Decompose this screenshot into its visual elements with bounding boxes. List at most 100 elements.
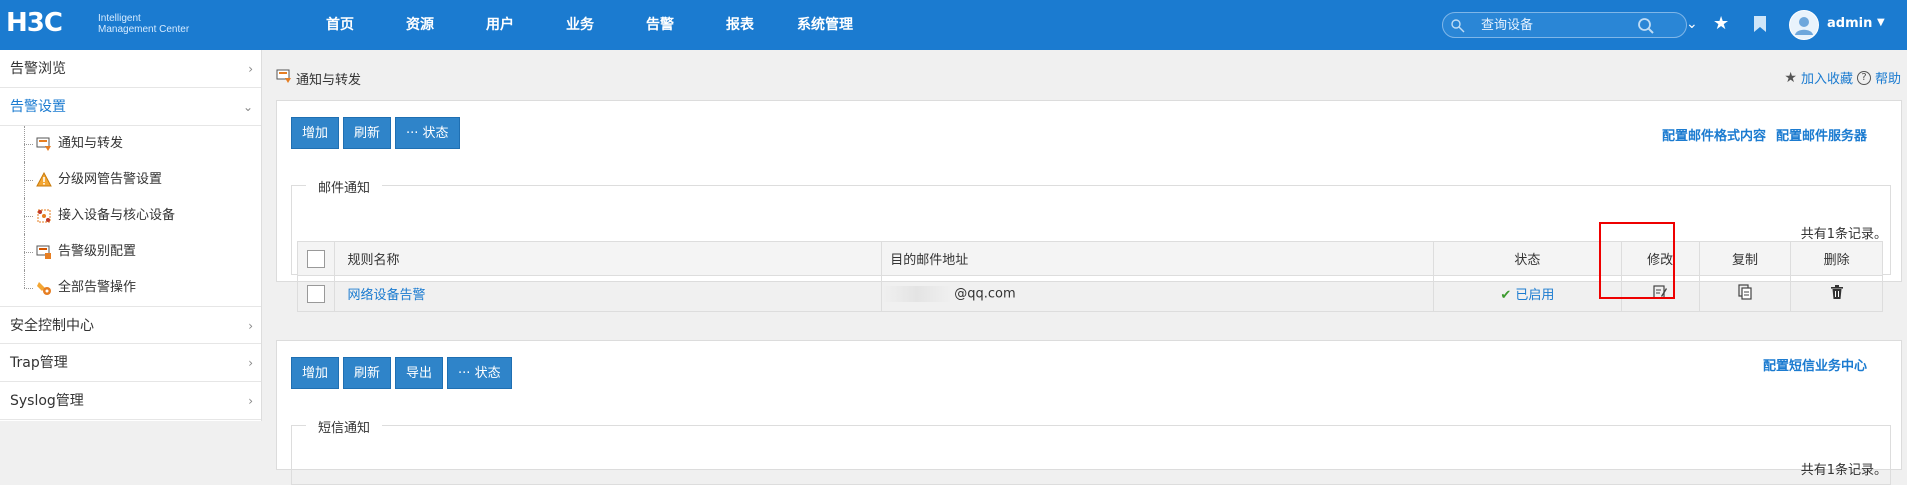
nav-home[interactable]: 首页 xyxy=(300,0,380,50)
add-favorite-link[interactable]: 加入收藏 xyxy=(1801,68,1853,87)
nav-reports[interactable]: 报表 xyxy=(700,0,780,50)
tree-line xyxy=(24,270,25,288)
device-network-icon xyxy=(37,209,51,223)
tree-line xyxy=(24,252,33,253)
sidebar-subitem-all-alarm-operations[interactable]: 全部告警操作 xyxy=(0,270,261,306)
select-all-checkbox[interactable] xyxy=(307,249,326,268)
nav-resources[interactable]: 资源 xyxy=(380,0,460,50)
export-button[interactable]: 导出 xyxy=(395,357,444,389)
notify-forward-icon xyxy=(276,69,291,83)
top-bar: H3C Intelligent Management Center 首页 资源 … xyxy=(0,0,1907,50)
sidebar-item-syslog-management[interactable]: Syslog管理 › xyxy=(0,382,261,420)
check-icon: ✔ xyxy=(1500,288,1512,303)
user-name: admin xyxy=(1827,16,1873,31)
warning-icon xyxy=(36,172,52,187)
star-add-icon: ★ xyxy=(1784,69,1797,86)
row-select-cell xyxy=(296,275,336,312)
sidebar-subitem-tiered-alarm-settings[interactable]: 分级网管告警设置 xyxy=(0,162,261,198)
row-checkbox[interactable] xyxy=(307,284,326,303)
sidebar-item-label: Trap管理 xyxy=(10,355,68,371)
page-toplinks: ★ 加入收藏 ? 帮助 xyxy=(1784,68,1901,88)
status-button[interactable]: ··· 状态 xyxy=(447,357,512,389)
sidebar-item-alarm-settings[interactable]: 告警设置 ⌄ xyxy=(0,88,261,126)
status-cell: ✔ 已启用 xyxy=(1433,275,1622,312)
sms-fieldset: 短信通知 xyxy=(291,417,1891,485)
sidebar-item-label: 接入设备与核心设备 xyxy=(58,208,176,223)
col-status[interactable]: 状态 xyxy=(1433,241,1622,276)
sidebar-item-label: 安全控制中心 xyxy=(10,318,94,334)
sidebar-item-label: 告警设置 xyxy=(10,99,66,115)
config-email-format-link[interactable]: 配置邮件格式内容 xyxy=(1662,125,1766,144)
add-button[interactable]: 增加 xyxy=(291,357,340,389)
copy-icon[interactable] xyxy=(1737,283,1753,300)
logo-text: H3C xyxy=(6,8,63,38)
sidebar-item-alarm-browse[interactable]: 告警浏览 › xyxy=(0,50,261,88)
email-legend: 邮件通知 xyxy=(306,177,383,196)
search-icon[interactable] xyxy=(1637,17,1655,35)
nav-system-management[interactable]: 系统管理 xyxy=(780,0,870,50)
col-email-address[interactable]: 目的邮件地址 xyxy=(881,241,1435,276)
sidebar-item-trap-management[interactable]: Trap管理 › xyxy=(0,344,261,382)
email-config-links: 配置邮件格式内容 配置邮件服务器 xyxy=(1662,125,1867,144)
tree-line xyxy=(24,180,33,181)
copy-cell xyxy=(1698,275,1792,312)
status-value[interactable]: 已启用 xyxy=(1515,288,1554,303)
chevron-right-icon: › xyxy=(248,356,253,370)
caret-down-icon: ▼ xyxy=(1877,17,1885,28)
trash-icon[interactable] xyxy=(1829,284,1845,300)
help-icon: ? xyxy=(1856,70,1871,85)
alarm-level-icon xyxy=(36,245,51,259)
add-button[interactable]: 增加 xyxy=(291,117,340,149)
rule-name-link[interactable]: 网络设备告警 xyxy=(347,288,425,303)
help-link[interactable]: 帮助 xyxy=(1875,68,1901,87)
chevron-down-icon: ⌄ xyxy=(242,100,253,114)
nav-users[interactable]: 用户 xyxy=(460,0,540,50)
logo-subtitle-line-1: Intelligent xyxy=(98,13,141,24)
col-delete: 删除 xyxy=(1790,241,1883,276)
sidebar-subitem-access-core-devices[interactable]: 接入设备与核心设备 xyxy=(0,198,261,234)
device-search-input[interactable] xyxy=(1481,16,1641,34)
status-button[interactable]: ··· 状态 xyxy=(395,117,460,149)
bookmark-icon[interactable] xyxy=(1753,15,1767,33)
sidebar-subitem-alarm-level-config[interactable]: 告警级别配置 xyxy=(0,234,261,270)
sidebar-subitem-notify-forward[interactable]: 通知与转发 xyxy=(0,126,261,162)
logo[interactable]: H3C Intelligent Management Center xyxy=(6,8,236,42)
refresh-button[interactable]: 刷新 xyxy=(343,117,392,149)
chevron-right-icon: › xyxy=(248,394,253,408)
double-chevron-down-icon[interactable]: ⌄ xyxy=(1686,13,1698,35)
logo-subtitle: Intelligent Management Center xyxy=(98,13,189,35)
main-nav: 首页 资源 用户 业务 告警 报表 系统管理 xyxy=(300,0,870,50)
config-sms-center-link[interactable]: 配置短信业务中心 xyxy=(1763,355,1867,374)
config-email-server-link[interactable]: 配置邮件服务器 xyxy=(1776,125,1867,144)
rule-name-cell: 网络设备告警 xyxy=(334,275,883,312)
tree-line xyxy=(24,288,33,289)
user-menu[interactable]: admin ▼ xyxy=(1787,10,1902,40)
device-search xyxy=(1442,12,1687,38)
email-notification-panel: 增加 刷新 ··· 状态 配置邮件格式内容 配置邮件服务器 邮件通知 共有1条记… xyxy=(276,100,1902,312)
email-address-value: @qq.com xyxy=(954,286,1016,301)
edit-column-highlight xyxy=(1599,222,1675,299)
sms-config-links: 配置短信业务中心 xyxy=(1763,355,1867,374)
sidebar-item-label: 告警级别配置 xyxy=(58,244,137,259)
redacted-email-prefix xyxy=(882,285,953,302)
sidebar-item-label: 分级网管告警设置 xyxy=(58,172,163,187)
email-toolbar: 增加 刷新 ··· 状态 xyxy=(291,117,460,149)
delete-cell xyxy=(1790,275,1883,312)
main-content: 通知与转发 ★ 加入收藏 ? 帮助 增加 刷新 ··· 状态 配置邮件格式内容 … xyxy=(262,50,1907,485)
sidebar-item-security-control-center[interactable]: 安全控制中心 › xyxy=(0,306,261,344)
nav-services[interactable]: 业务 xyxy=(540,0,620,50)
col-copy: 复制 xyxy=(1698,241,1792,276)
tree-line xyxy=(24,144,33,145)
sidebar-footer xyxy=(0,421,262,455)
col-rule-name[interactable]: 规则名称 xyxy=(334,241,883,276)
nav-alarms[interactable]: 告警 xyxy=(620,0,700,50)
chevron-right-icon: › xyxy=(248,319,253,333)
sms-notification-panel: 增加 刷新 导出 ··· 状态 配置短信业务中心 短信通知 共有1条记录。 xyxy=(276,340,1902,485)
sms-legend: 短信通知 xyxy=(306,417,383,436)
star-icon[interactable]: ★ xyxy=(1713,13,1729,35)
record-count: 共有1条记录。 xyxy=(1800,227,1887,242)
sms-toolbar: 增加 刷新 导出 ··· 状态 xyxy=(291,357,512,389)
refresh-button[interactable]: 刷新 xyxy=(343,357,392,389)
email-address-cell: @qq.com xyxy=(881,275,1435,312)
sidebar: 告警浏览 › 告警设置 ⌄ 通知与转发 分级网管告警设置 接入设备与核心设备 告… xyxy=(0,50,262,455)
